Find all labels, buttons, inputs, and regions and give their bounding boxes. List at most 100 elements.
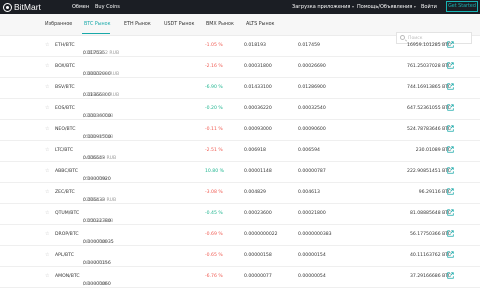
table-row[interactable]: ☆ APL/BTC 0.00000156 / 0.97 RUB -0.65 % 0.00… xyxy=(0,245,480,267)
high-price: 0.00023600 xyxy=(244,211,272,216)
trade-link-icon[interactable] xyxy=(447,167,454,174)
favorite-star-icon[interactable]: ☆ xyxy=(45,126,49,132)
low-price: 0.017459 xyxy=(298,43,320,48)
high-price: 0.00000158 xyxy=(244,253,272,258)
volume: 761.25037028 BTC xyxy=(407,64,451,69)
high-price: 0.004829 xyxy=(244,190,266,195)
trade-link-icon[interactable] xyxy=(447,209,454,216)
high-price: 0.00031800 xyxy=(244,64,272,69)
change-percent: -2.51 % xyxy=(205,148,223,153)
low-price: 0.01286900 xyxy=(298,85,326,90)
change-percent: -0.20 % xyxy=(205,106,223,111)
high-price: 0.00000077 xyxy=(244,274,272,279)
trade-link-icon[interactable] xyxy=(447,62,454,69)
nav-buy-coins-link[interactable]: Buy Coins xyxy=(95,2,120,12)
low-price: 0.00000054 xyxy=(298,274,326,279)
table-row[interactable]: ☆ DROP/BTC 0.000000035 / 0.01 RUB -0.69 % 0.… xyxy=(0,224,480,246)
top-navigation-bar: BitMart Обмен Buy Coins Загрузка приложе… xyxy=(0,0,480,14)
active-tab-indicator xyxy=(82,33,110,34)
change-percent: -6.90 % xyxy=(205,85,223,90)
table-row[interactable]: ☆ LTC/BTC 0.006643 / 4213.59 RUB -2.51 % 0.0… xyxy=(0,140,480,162)
bitmart-logo-icon xyxy=(3,2,12,12)
favorite-star-icon[interactable]: ☆ xyxy=(45,84,49,90)
trade-link-icon[interactable] xyxy=(447,104,454,111)
nav-exchange-link[interactable]: Обмен xyxy=(72,2,89,12)
favorite-star-icon[interactable]: ☆ xyxy=(45,189,49,195)
favorite-star-icon[interactable]: ☆ xyxy=(45,168,49,174)
pair-name: AMON/BTC xyxy=(55,274,80,279)
favorite-star-icon[interactable]: ☆ xyxy=(45,147,49,153)
download-app-menu[interactable]: Загрузка приложения ▾ xyxy=(292,2,354,12)
pair-name: BOX/BTC xyxy=(55,64,75,69)
pair-name: LTC/BTC xyxy=(55,148,74,153)
pair-name: APL/BTC xyxy=(55,253,74,258)
tab-usdt-market[interactable]: USDT Рынок xyxy=(164,22,194,27)
high-price: 0.00001148 xyxy=(244,169,272,174)
favorite-star-icon[interactable]: ☆ xyxy=(45,210,49,216)
change-percent: -0.69 % xyxy=(205,232,223,237)
help-announcements-menu[interactable]: Помощь/Объявления ▾ xyxy=(357,2,416,12)
pair-name: DROP/BTC xyxy=(55,232,79,237)
trade-link-icon[interactable] xyxy=(447,230,454,237)
logo-text: BitMart xyxy=(14,2,41,12)
change-percent: -2.16 % xyxy=(205,64,223,69)
trade-link-icon[interactable] xyxy=(447,41,454,48)
trade-link-icon[interactable] xyxy=(447,188,454,195)
tab-bmx-market[interactable]: BMX Рынок xyxy=(206,22,234,27)
favorite-star-icon[interactable]: ☆ xyxy=(45,42,49,48)
low-price: 0.00021800 xyxy=(298,211,326,216)
favorite-star-icon[interactable]: ☆ xyxy=(45,231,49,237)
volume: 16959.101285 BTC xyxy=(407,43,451,48)
favorite-star-icon[interactable]: ☆ xyxy=(45,63,49,69)
high-price: 0.018193 xyxy=(244,43,266,48)
low-price: 0.00090600 xyxy=(298,127,326,132)
table-row[interactable]: ☆ ZEC/BTC 0.006433 / 2932.20 RUB -3.08 % 0.0… xyxy=(0,182,480,204)
tab-favorites[interactable]: Избранное xyxy=(45,22,72,27)
table-row[interactable]: ☆ BSV/BTC 0.01366800 / 25927.80 RUB -6.90 %… xyxy=(0,77,480,99)
tab-btc-market[interactable]: BTC Рынок xyxy=(84,22,110,27)
trade-link-icon[interactable] xyxy=(447,272,454,279)
favorite-star-icon[interactable]: ☆ xyxy=(45,273,49,279)
market-tabs: Избранное BTC Рынок ETH Рынок USDT Рынок… xyxy=(0,14,480,44)
table-row[interactable]: ☆ ABBC/BTC 0.00000920 / 5.83 RUB 10.80 % 0.0… xyxy=(0,161,480,183)
volume: 524.78783646 BTC xyxy=(407,127,451,132)
low-price: 0.006594 xyxy=(298,148,320,153)
high-price: 0.00093000 xyxy=(244,127,272,132)
tab-eth-market[interactable]: ETH Рынок xyxy=(124,22,151,27)
trade-link-icon[interactable] xyxy=(447,146,454,153)
change-percent: -1.05 % xyxy=(205,43,223,48)
chevron-down-icon: ▾ xyxy=(352,4,355,9)
change-percent: -0.11 % xyxy=(205,127,223,132)
volume: 40.11163762 BTC xyxy=(409,253,451,258)
table-row[interactable]: ☆ QTUM/BTC 0.00022380 / 141.44 RUB -0.45 % 0… xyxy=(0,203,480,225)
pair-name: ABBC/BTC xyxy=(55,169,79,174)
low-price: 0.00026690 xyxy=(298,64,326,69)
low-price: 0.0000000383 xyxy=(298,232,332,237)
login-link[interactable]: Войти xyxy=(421,2,437,12)
volume: 37.29166686 BTC xyxy=(409,274,451,279)
table-row[interactable]: ☆ BOX/BTC 0.00002000 / 10623.78 RUB -2.16 %… xyxy=(0,56,480,78)
tab-alts-market[interactable]: ALTS Рынок xyxy=(246,22,274,27)
pair-name: ZEC/BTC xyxy=(55,190,75,195)
trade-link-icon[interactable] xyxy=(447,83,454,90)
high-price: 0.01433100 xyxy=(244,85,272,90)
low-price: 0.00000154 xyxy=(298,253,326,258)
change-percent: -0.45 % xyxy=(205,211,223,216)
change-percent: -6.76 % xyxy=(205,274,223,279)
high-price: 0.006918 xyxy=(244,148,266,153)
trade-link-icon[interactable] xyxy=(447,251,454,258)
favorite-star-icon[interactable]: ☆ xyxy=(45,105,49,111)
favorite-star-icon[interactable]: ☆ xyxy=(45,252,49,258)
change-percent: -0.65 % xyxy=(205,253,223,258)
volume: 647.52361055 BTC xyxy=(407,106,451,111)
trade-link-icon[interactable] xyxy=(447,125,454,132)
table-row[interactable]: ☆ NEO/BTC 0.00091500 / 586.38 RUB -0.11 % 0.… xyxy=(0,119,480,141)
volume: 222.90851451 BTC xyxy=(407,169,451,174)
low-price: 0.00000787 xyxy=(298,169,326,174)
table-row[interactable]: ☆ ETH/BTC 0.017635 / 11146.62 RUB -1.05 % 0.… xyxy=(0,35,480,57)
chevron-down-icon: ▾ xyxy=(413,4,416,9)
pair-name: NEO/BTC xyxy=(55,127,76,132)
get-started-button[interactable]: Get Started xyxy=(446,1,478,12)
table-row[interactable]: ☆ EOS/BTC 0.00036000 / 226.89 RUB -0.20 % 0.… xyxy=(0,98,480,120)
bitmart-logo[interactable]: BitMart xyxy=(3,1,41,13)
